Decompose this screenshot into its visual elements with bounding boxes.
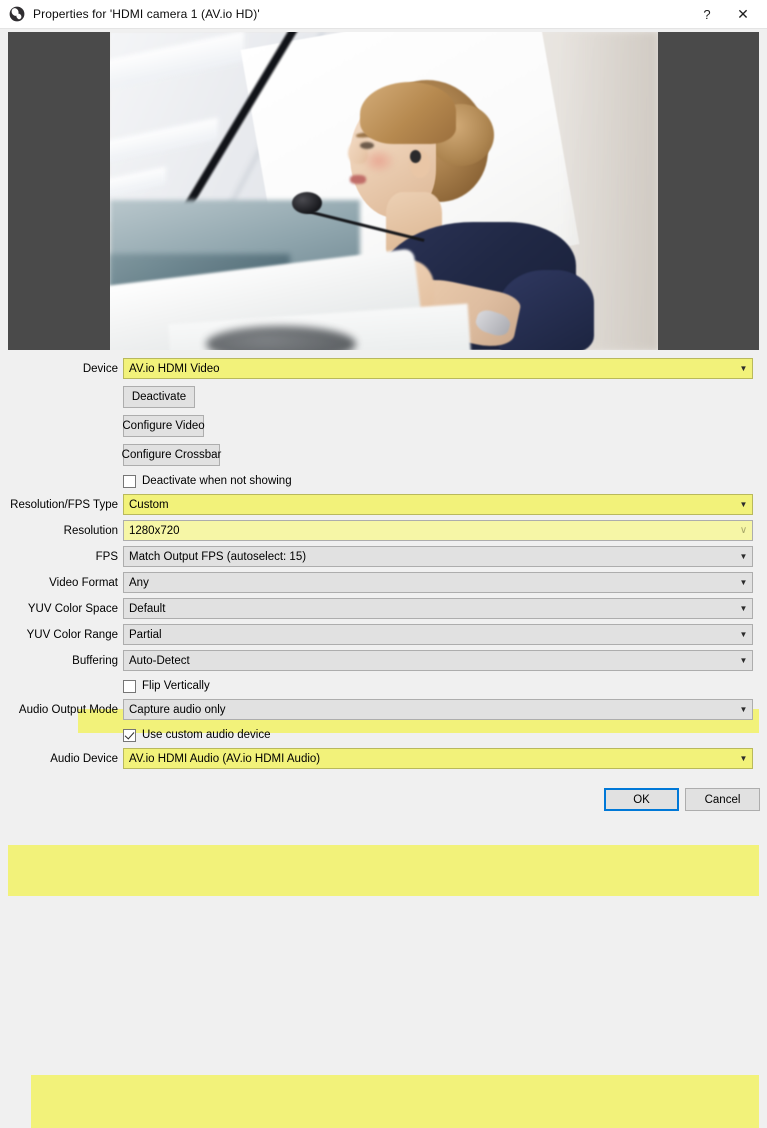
configure-video-button[interactable]: Configure Video (122, 415, 205, 437)
row-audio-device: Audio Device AV.io HDMI Audio (AV.io HDM… (0, 748, 767, 769)
yuv-color-space-select[interactable]: Default ▼ (123, 598, 753, 619)
row-buffering: Buffering Auto-Detect ▼ (0, 650, 767, 671)
audio-device-select[interactable]: AV.io HDMI Audio (AV.io HDMI Audio) ▼ (123, 748, 753, 769)
help-button[interactable]: ? (689, 0, 725, 28)
window-title: Properties for 'HDMI camera 1 (AV.io HD)… (33, 7, 260, 21)
deactivate-when-not-showing-row[interactable]: Deactivate when not showing (123, 472, 292, 490)
chevron-down-icon: ▼ (739, 629, 748, 639)
device-label: Device (82, 362, 118, 375)
ok-button[interactable]: OK (604, 788, 679, 811)
chevron-down-icon: ▼ (739, 753, 748, 763)
chevron-down-icon: ∨ (739, 524, 748, 536)
row-resolution-fps-type: Resolution/FPS Type Custom ▼ (0, 494, 767, 515)
audio-output-mode-label: Audio Output Mode (18, 703, 118, 716)
chevron-down-icon: ▼ (739, 363, 748, 373)
row-yuv-color-range: YUV Color Range Partial ▼ (0, 624, 767, 645)
video-preview (8, 32, 759, 350)
yuv-color-space-label: YUV Color Space (27, 602, 118, 615)
chevron-down-icon: ▼ (739, 603, 748, 613)
video-format-select[interactable]: Any ▼ (123, 572, 753, 593)
device-select[interactable]: AV.io HDMI Video ▼ (123, 358, 753, 379)
fps-value: Match Output FPS (autoselect: 15) (129, 550, 307, 563)
resolution-fps-type-label: Resolution/FPS Type (10, 498, 118, 511)
yuv-color-space-value: Default (129, 602, 166, 615)
deactivate-when-not-showing-checkbox[interactable] (123, 474, 136, 488)
preview-person-hair-front (360, 82, 456, 144)
preview-microphone-head (292, 192, 322, 214)
flip-vertically-checkbox[interactable] (123, 679, 136, 693)
chevron-down-icon: ▼ (739, 551, 748, 561)
close-button[interactable]: ✕ (725, 0, 761, 28)
obs-logo-icon (9, 6, 25, 22)
buffering-value: Auto-Detect (129, 654, 190, 667)
preview-person-earpiece (410, 150, 421, 163)
row-yuv-color-space: YUV Color Space Default ▼ (0, 598, 767, 619)
audio-highlight (31, 1075, 759, 1128)
chevron-down-icon: ▼ (739, 577, 748, 587)
use-custom-audio-device-label: Use custom audio device (142, 729, 271, 741)
deactivate-button[interactable]: Deactivate (123, 386, 195, 408)
buffering-select[interactable]: Auto-Detect ▼ (123, 650, 753, 671)
audio-output-mode-select[interactable]: Capture audio only ▼ (123, 699, 753, 720)
yuv-color-range-select[interactable]: Partial ▼ (123, 624, 753, 645)
fps-select[interactable]: Match Output FPS (autoselect: 15) ▼ (123, 546, 753, 567)
video-format-label: Video Format (49, 576, 118, 589)
yuv-color-range-label: YUV Color Range (26, 628, 118, 641)
preview-person-lips (350, 175, 366, 184)
row-device: Device AV.io HDMI Video ▼ (0, 358, 767, 379)
configure-crossbar-button[interactable]: Configure Crossbar (122, 444, 221, 466)
properties-dialog: Properties for 'HDMI camera 1 (AV.io HD)… (0, 0, 767, 1128)
resolution-label: Resolution (63, 524, 118, 537)
row-fps: FPS Match Output FPS (autoselect: 15) ▼ (0, 546, 767, 567)
audio-output-mode-value: Capture audio only (129, 703, 226, 716)
yuv-color-range-value: Partial (129, 628, 162, 641)
buffering-label: Buffering (72, 654, 118, 667)
resolution-value: 1280x720 (129, 524, 180, 537)
chevron-down-icon: ▼ (739, 704, 748, 714)
device-value: AV.io HDMI Video (129, 362, 220, 375)
video-format-value: Any (129, 576, 149, 589)
use-custom-audio-device-checkbox[interactable] (123, 728, 136, 742)
resolution-combobox[interactable]: 1280x720 ∨ (123, 520, 753, 541)
cancel-button[interactable]: Cancel (685, 788, 760, 811)
row-video-format: Video Format Any ▼ (0, 572, 767, 593)
preview-person-cheek (362, 148, 396, 174)
video-frame (110, 32, 658, 350)
resolution-fps-type-select[interactable]: Custom ▼ (123, 494, 753, 515)
use-custom-audio-device-row[interactable]: Use custom audio device (123, 726, 270, 744)
row-resolution: Resolution 1280x720 ∨ (0, 520, 767, 541)
resolution-fps-type-value: Custom (129, 498, 169, 511)
flip-vertically-label: Flip Vertically (142, 680, 210, 692)
flip-vertically-row[interactable]: Flip Vertically (123, 677, 210, 695)
audio-device-value: AV.io HDMI Audio (AV.io HDMI Audio) (129, 752, 321, 765)
chevron-down-icon: ▼ (739, 499, 748, 509)
deactivate-when-not-showing-label: Deactivate when not showing (142, 475, 292, 487)
title-bar: Properties for 'HDMI camera 1 (AV.io HD)… (0, 0, 767, 29)
audio-device-label: Audio Device (50, 752, 118, 765)
fps-label: FPS (95, 550, 118, 563)
chevron-down-icon: ▼ (739, 655, 748, 665)
resolution-highlight (8, 845, 759, 896)
row-audio-output-mode: Audio Output Mode Capture audio only ▼ (0, 699, 767, 720)
